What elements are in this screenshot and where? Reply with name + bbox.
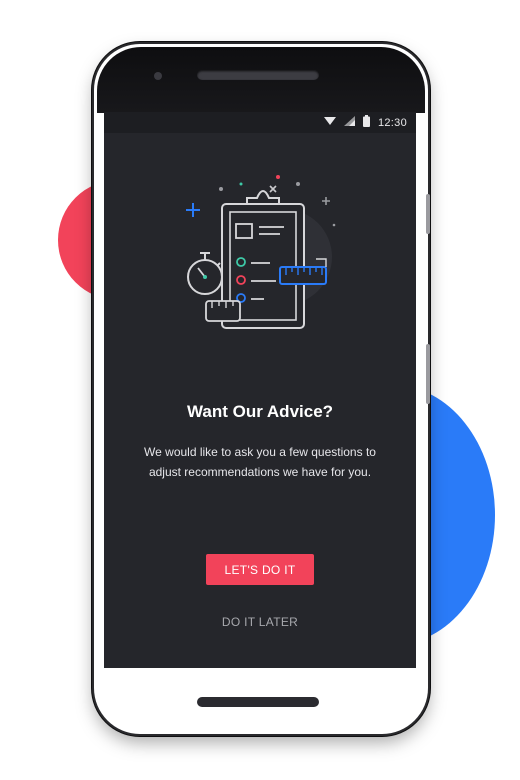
clipboard-checklist-icon bbox=[174, 167, 354, 347]
status-bar: 12:30 bbox=[104, 112, 416, 133]
phone-bezel-top bbox=[97, 47, 425, 113]
lets-do-it-button[interactable]: LET'S DO IT bbox=[206, 554, 314, 585]
power-button bbox=[426, 344, 430, 404]
front-camera bbox=[154, 72, 162, 80]
bottom-speaker bbox=[197, 697, 319, 707]
status-time: 12:30 bbox=[377, 116, 407, 129]
earpiece-speaker bbox=[197, 70, 319, 80]
showcase-stage: 12:30 Want Our Advice? We would like to … bbox=[0, 0, 520, 780]
app-screen: 12:30 Want Our Advice? We would like to … bbox=[104, 112, 416, 668]
do-it-later-link[interactable]: DO IT LATER bbox=[190, 615, 330, 629]
signal-icon bbox=[343, 116, 355, 129]
battery-icon bbox=[362, 115, 370, 130]
page-title: Want Our Advice? bbox=[186, 402, 334, 421]
volume-button bbox=[426, 194, 430, 234]
description-text: We would like to ask you a few questions… bbox=[144, 445, 376, 479]
wifi-icon bbox=[323, 116, 336, 129]
